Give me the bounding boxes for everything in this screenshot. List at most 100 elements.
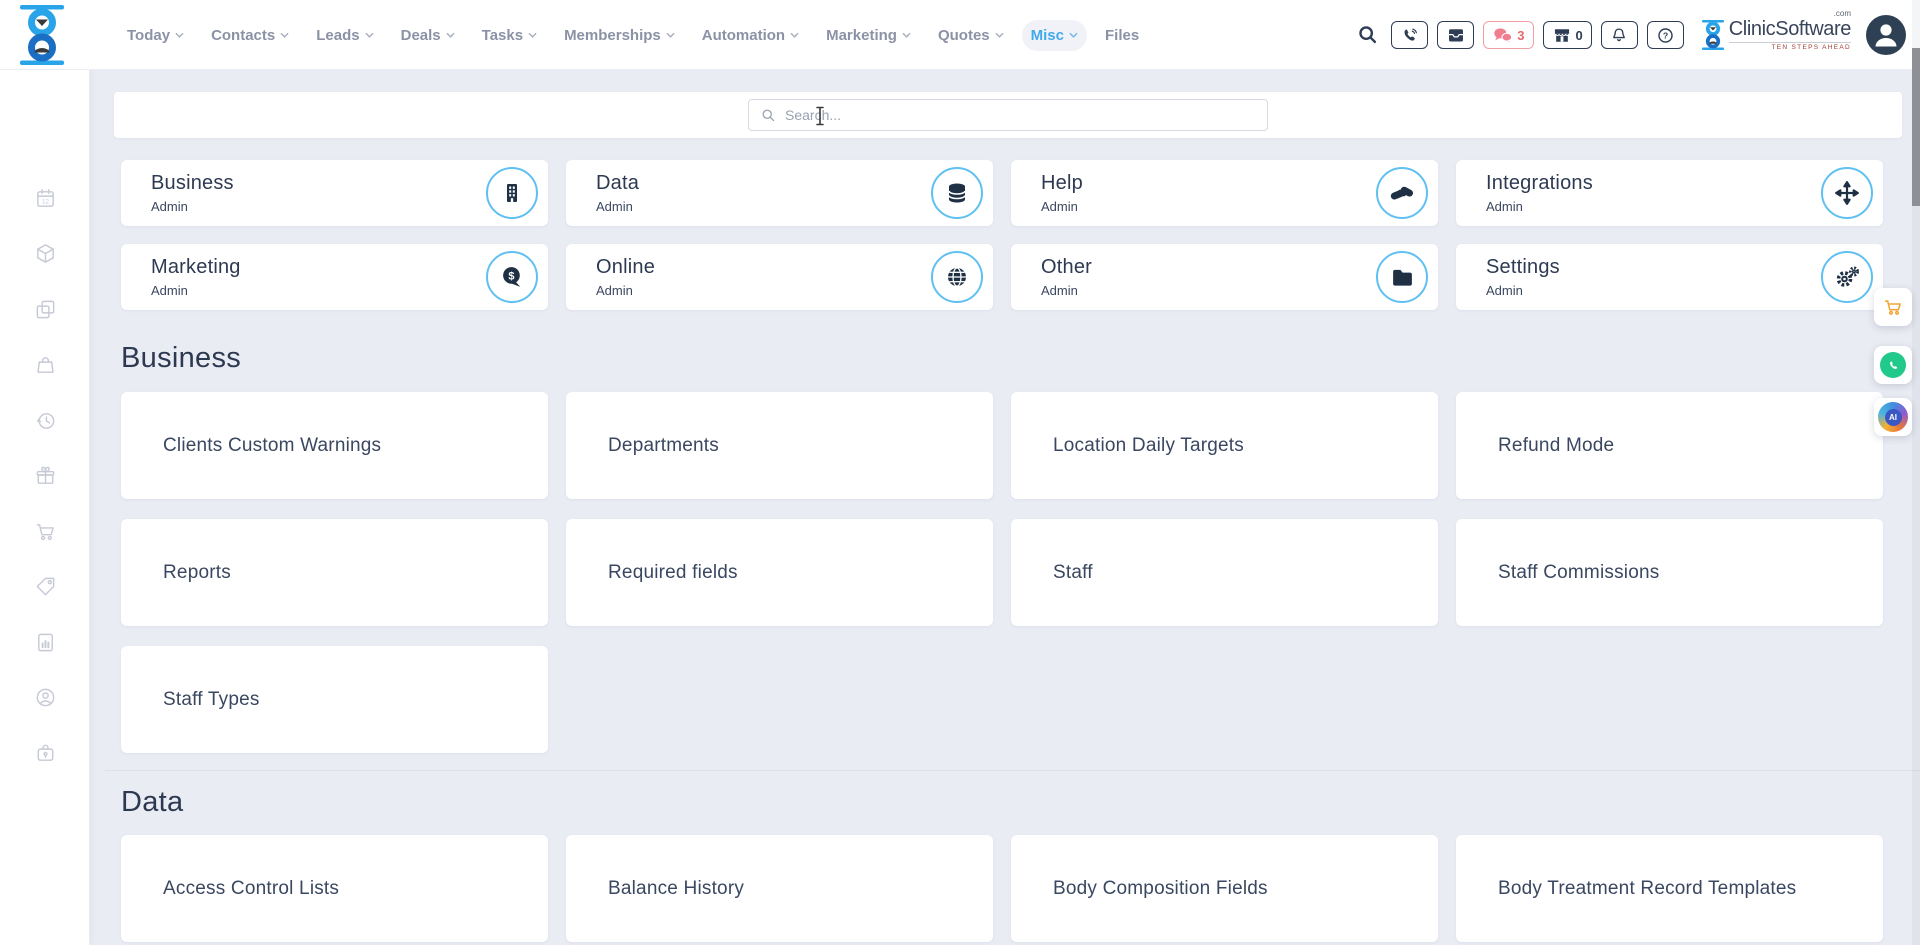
clinicsoftware-logo[interactable]: .com ClinicSoftware TEN STEPS AHEAD xyxy=(1701,19,1851,52)
chat-button[interactable]: 3 xyxy=(1483,21,1533,49)
nav-item-quotes[interactable]: Quotes xyxy=(929,20,1013,51)
chevron-down-icon xyxy=(175,32,184,38)
folder-icon xyxy=(1376,251,1428,303)
report-icon[interactable] xyxy=(34,631,57,654)
nav-item-leads[interactable]: Leads xyxy=(307,20,382,51)
list-item[interactable]: Refund Mode xyxy=(1456,392,1883,499)
tag-icon[interactable] xyxy=(34,575,57,598)
list-item[interactable]: Staff Types xyxy=(121,646,548,753)
nav-label: Files xyxy=(1105,27,1139,44)
search-placeholder: Search... xyxy=(785,107,841,123)
ai-assistant-icon: AI xyxy=(1878,402,1908,432)
svg-text:12: 12 xyxy=(42,198,49,205)
nav-item-tasks[interactable]: Tasks xyxy=(473,20,546,51)
nav-item-memberships[interactable]: Memberships xyxy=(555,20,684,51)
floating-whatsapp-button[interactable] xyxy=(1874,346,1912,384)
brand-tagline: TEN STEPS AHEAD xyxy=(1729,42,1851,52)
bag-icon[interactable] xyxy=(34,353,57,376)
search-bar-panel: Search... xyxy=(114,92,1902,138)
list-item[interactable]: Balance History xyxy=(566,835,993,942)
list-item[interactable]: Reports xyxy=(121,519,548,626)
copy-icon[interactable] xyxy=(34,298,57,321)
nav-item-files[interactable]: Files xyxy=(1096,20,1148,51)
nav-item-deals[interactable]: Deals xyxy=(392,20,464,51)
chevron-down-icon xyxy=(365,32,374,38)
database-icon xyxy=(931,167,983,219)
store-button[interactable]: 0 xyxy=(1543,21,1592,49)
category-card-business[interactable]: Business Admin xyxy=(121,160,548,226)
category-card-integrations[interactable]: Integrations Admin xyxy=(1456,160,1883,226)
list-item[interactable]: Departments xyxy=(566,392,993,499)
lock-icon[interactable] xyxy=(34,741,57,764)
list-item[interactable]: Required fields xyxy=(566,519,993,626)
handshake-icon xyxy=(1376,167,1428,219)
whatsapp-icon xyxy=(1880,352,1906,378)
category-card-settings[interactable]: Settings Admin xyxy=(1456,244,1883,310)
search-input[interactable]: Search... xyxy=(748,99,1268,131)
chevron-down-icon xyxy=(446,32,455,38)
chat-bubbles-icon xyxy=(1492,26,1513,45)
building-icon xyxy=(486,167,538,219)
chevron-down-icon xyxy=(528,32,537,38)
store-icon xyxy=(1552,26,1572,45)
nav-label: Memberships xyxy=(564,27,661,44)
nav-label: Contacts xyxy=(211,27,275,44)
category-card-other[interactable]: Other Admin xyxy=(1011,244,1438,310)
calendar-icon[interactable]: 12 xyxy=(34,187,57,210)
search-icon[interactable] xyxy=(1357,24,1379,46)
list-item[interactable]: Staff Commissions xyxy=(1456,519,1883,626)
cart-icon[interactable] xyxy=(34,520,57,543)
app-logo-hourglass-icon[interactable] xyxy=(16,5,68,65)
nav-item-contacts[interactable]: Contacts xyxy=(202,20,298,51)
category-card-data[interactable]: Data Admin xyxy=(566,160,993,226)
list-item[interactable]: Staff xyxy=(1011,519,1438,626)
inbox-button[interactable] xyxy=(1437,21,1474,49)
business-items-grid: Clients Custom Warnings Departments Loca… xyxy=(121,392,1883,753)
cart-icon xyxy=(1882,296,1904,318)
nav-label: Tasks xyxy=(482,27,523,44)
nav-item-misc[interactable]: Misc xyxy=(1022,20,1087,51)
help-button[interactable]: ? xyxy=(1647,21,1684,49)
list-item[interactable]: Body Composition Fields xyxy=(1011,835,1438,942)
main-content: Search... Business Admin Data Admin Help… xyxy=(90,70,1920,945)
nav-item-today[interactable]: Today xyxy=(118,20,193,51)
bell-icon xyxy=(1610,26,1628,45)
category-card-help[interactable]: Help Admin xyxy=(1011,160,1438,226)
store-count-badge: 0 xyxy=(1576,28,1583,43)
package-icon[interactable] xyxy=(34,242,57,265)
category-card-online[interactable]: Online Admin xyxy=(566,244,993,310)
move-arrows-icon xyxy=(1821,167,1873,219)
main-menu: Today Contacts Leads Deals Tasks Members… xyxy=(118,0,1148,70)
nav-label: Marketing xyxy=(826,27,897,44)
topbar-actions: 3 0 ? xyxy=(1357,0,1906,70)
svg-text:$: $ xyxy=(508,270,514,282)
list-item[interactable]: Body Treatment Record Templates xyxy=(1456,835,1883,942)
phone-button[interactable] xyxy=(1391,21,1428,49)
brand-tld: .com xyxy=(1834,10,1851,18)
nav-item-marketing[interactable]: Marketing xyxy=(817,20,920,51)
floating-cart-button[interactable] xyxy=(1874,288,1912,326)
brand-name: ClinicSoftware xyxy=(1729,18,1851,40)
list-item[interactable]: Location Daily Targets xyxy=(1011,392,1438,499)
left-sidebar: 12 xyxy=(0,70,90,945)
nav-label: Quotes xyxy=(938,27,990,44)
category-card-marketing[interactable]: Marketing Admin $ xyxy=(121,244,548,310)
gift-icon[interactable] xyxy=(34,464,57,487)
list-item[interactable]: Clients Custom Warnings xyxy=(121,392,548,499)
nav-label: Automation xyxy=(702,27,785,44)
page-scrollbar-thumb[interactable] xyxy=(1912,48,1920,206)
nav-item-automation[interactable]: Automation xyxy=(693,20,808,51)
account-icon[interactable] xyxy=(34,686,57,709)
admin-category-grid: Business Admin Data Admin Help Admin Int… xyxy=(121,160,1883,310)
gears-icon xyxy=(1821,251,1873,303)
notifications-button[interactable] xyxy=(1601,21,1638,49)
chevron-down-icon xyxy=(790,32,799,38)
user-avatar[interactable] xyxy=(1866,15,1906,55)
chat-count-badge: 3 xyxy=(1517,28,1524,43)
text-cursor xyxy=(815,106,825,126)
section-heading-business: Business xyxy=(121,342,241,375)
history-icon[interactable] xyxy=(34,409,57,432)
floating-ai-button[interactable]: AI xyxy=(1874,398,1912,436)
chevron-down-icon xyxy=(995,32,1004,38)
list-item[interactable]: Access Control Lists xyxy=(121,835,548,942)
